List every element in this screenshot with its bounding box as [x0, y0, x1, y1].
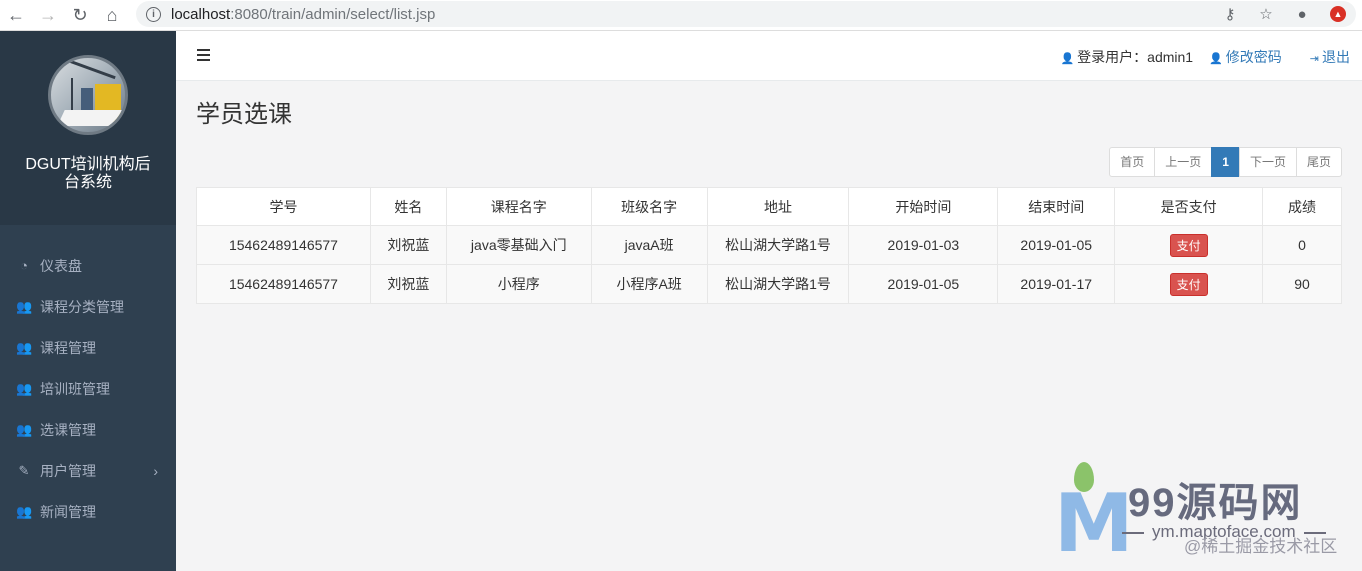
selection-table: 学号 姓名 课程名字 班级名字 地址 开始时间 结束时间 是否支付 成绩 154…	[196, 187, 1342, 304]
table-cell: 支付	[1114, 264, 1264, 304]
sign-out-icon: ⇥	[1309, 53, 1319, 65]
address-bar[interactable]: i localhost :8080/train/admin/select/lis…	[136, 1, 1356, 27]
users-icon: 👥	[16, 503, 33, 519]
table-cell: 松山湖大学路1号	[706, 264, 850, 304]
table-cell: java零基础入门	[445, 225, 592, 265]
extension-icon[interactable]: ▲	[1330, 6, 1346, 22]
sidebar-item-course-category[interactable]: 👥 课程分类管理	[0, 286, 176, 327]
column-header: 班级名字	[590, 187, 708, 226]
column-header: 成绩	[1262, 187, 1342, 226]
sidebar-item-dashboard[interactable]: ◔ 仪表盘	[0, 245, 176, 286]
page-title: 学员选课	[196, 101, 292, 128]
change-password-label: 修改密码	[1225, 49, 1282, 65]
home-icon[interactable]: ⌂	[96, 0, 128, 31]
watermark-title: 99源码网	[1128, 481, 1303, 525]
sidebar-item-label: 仪表盘	[40, 257, 82, 274]
main-content: 学员选课 首页 上一页 1 下一页 尾页 学号 姓名 课程名字 班级名字 地址 …	[196, 81, 1342, 304]
sidebar-item-classes[interactable]: 👥 培训班管理	[0, 368, 176, 409]
account-icon[interactable]: ●	[1284, 6, 1320, 23]
info-icon[interactable]: i	[146, 6, 161, 22]
table-cell: 小程序A班	[590, 264, 708, 304]
avatar[interactable]	[48, 55, 128, 135]
table-cell: 刘祝蓝	[369, 225, 447, 265]
forward-arrow-icon[interactable]: →	[32, 0, 64, 31]
logout-label: 退出	[1322, 49, 1350, 65]
sidebar-item-label: 课程管理	[40, 339, 96, 356]
pager-first[interactable]: 首页	[1109, 147, 1156, 177]
logout-link[interactable]: ⇥ 退出	[1310, 47, 1350, 67]
browser-toolbar: ← → ↻ ⌂ i localhost :8080/train/admin/se…	[0, 0, 1362, 31]
table-cell: 15462489146577	[196, 264, 371, 304]
sidebar-item-course-selection[interactable]: 👥 选课管理	[0, 409, 176, 450]
top-navbar: 👤 登录用户：admin1 👤 修改密码 ⇥ 退出	[176, 31, 1362, 81]
url-host: localhost	[171, 5, 231, 23]
column-header: 是否支付	[1114, 187, 1264, 226]
table-cell: 刘祝蓝	[369, 264, 447, 304]
back-arrow-icon[interactable]: ←	[0, 0, 32, 31]
table-cell: 2019-01-05	[997, 225, 1116, 265]
column-header: 课程名字	[445, 187, 592, 226]
table-cell: 小程序	[445, 264, 592, 304]
pay-badge[interactable]: 支付	[1169, 272, 1208, 296]
sidebar-item-courses[interactable]: 👥 课程管理	[0, 327, 176, 368]
users-icon: 👥	[16, 380, 33, 396]
users-icon: 👥	[16, 298, 33, 314]
dashboard-icon: ◔	[20, 258, 28, 273]
watermark-community: @稀土掘金技术社区	[1184, 537, 1338, 556]
user-icon: 👤	[1060, 53, 1075, 65]
table-cell: javaA班	[590, 225, 708, 265]
login-user-label: 登录用户：admin1	[1077, 49, 1194, 65]
table-cell: 2019-01-05	[848, 264, 999, 304]
star-icon[interactable]: ☆	[1248, 5, 1284, 23]
pin-icon: ✎	[18, 462, 30, 478]
sidebar-item-label: 用户管理	[40, 462, 96, 479]
table-cell: 2019-01-17	[997, 264, 1116, 304]
sidebar-item-label: 新闻管理	[40, 503, 96, 520]
sidebar-item-users[interactable]: ✎ 用户管理 ›	[0, 450, 176, 491]
sidebar-item-label: 课程分类管理	[40, 298, 124, 315]
pagination: 首页 上一页 1 下一页 尾页	[1109, 147, 1342, 177]
column-header: 姓名	[369, 187, 447, 226]
sidebar-item-label: 培训班管理	[40, 380, 110, 397]
hamburger-menu-icon[interactable]	[197, 49, 210, 64]
column-header: 结束时间	[997, 187, 1116, 226]
table-row: 15462489146577 刘祝蓝 小程序 小程序A班 松山湖大学路1号 20…	[196, 264, 1342, 304]
user-icon: 👤	[1209, 53, 1223, 65]
sidebar-menu: ◔ 仪表盘 👥 课程分类管理 👥 课程管理 👥 培训班管理 👥 选课管理 ✎ 用…	[0, 225, 176, 532]
table-cell: 15462489146577	[196, 225, 371, 265]
column-header: 地址	[706, 187, 850, 226]
key-icon[interactable]: ⚷	[1212, 5, 1248, 23]
pager-current[interactable]: 1	[1211, 147, 1240, 177]
url-path: :8080/train/admin/select/list.jsp	[230, 5, 436, 23]
sidebar-item-news[interactable]: 👥 新闻管理	[0, 491, 176, 532]
change-password-link[interactable]: 👤 修改密码	[1209, 47, 1282, 67]
table-cell: 0	[1262, 225, 1342, 265]
sidebar: DGUT培训机构后台系统 ◔ 仪表盘 👥 课程分类管理 👥 课程管理 👥 培训班…	[0, 31, 176, 571]
table-cell: 2019-01-03	[848, 225, 999, 265]
pay-badge[interactable]: 支付	[1169, 233, 1208, 257]
table-row: 15462489146577 刘祝蓝 java零基础入门 javaA班 松山湖大…	[196, 225, 1342, 265]
sidebar-item-label: 选课管理	[40, 421, 96, 438]
column-header: 学号	[196, 187, 371, 226]
reload-icon[interactable]: ↻	[64, 0, 96, 31]
users-icon: 👥	[16, 421, 33, 437]
watermark: M 99源码网 ym.maptoface.com @稀土掘金技术社区	[1052, 462, 1352, 568]
login-user: 👤 登录用户：admin1	[1060, 47, 1193, 67]
brand-title: DGUT培训机构后台系统	[25, 156, 151, 191]
table-cell: 90	[1262, 264, 1342, 304]
chevron-right-icon: ›	[153, 462, 158, 479]
column-header: 开始时间	[848, 187, 999, 226]
users-icon: 👥	[16, 339, 33, 355]
sidebar-profile: DGUT培训机构后台系统	[0, 31, 176, 225]
table-cell: 松山湖大学路1号	[706, 225, 850, 265]
pager-prev[interactable]: 上一页	[1154, 147, 1213, 177]
pager-last[interactable]: 尾页	[1295, 147, 1342, 177]
table-header-row: 学号 姓名 课程名字 班级名字 地址 开始时间 结束时间 是否支付 成绩	[196, 187, 1342, 226]
table-cell: 支付	[1114, 225, 1264, 265]
pager-next[interactable]: 下一页	[1238, 147, 1297, 177]
